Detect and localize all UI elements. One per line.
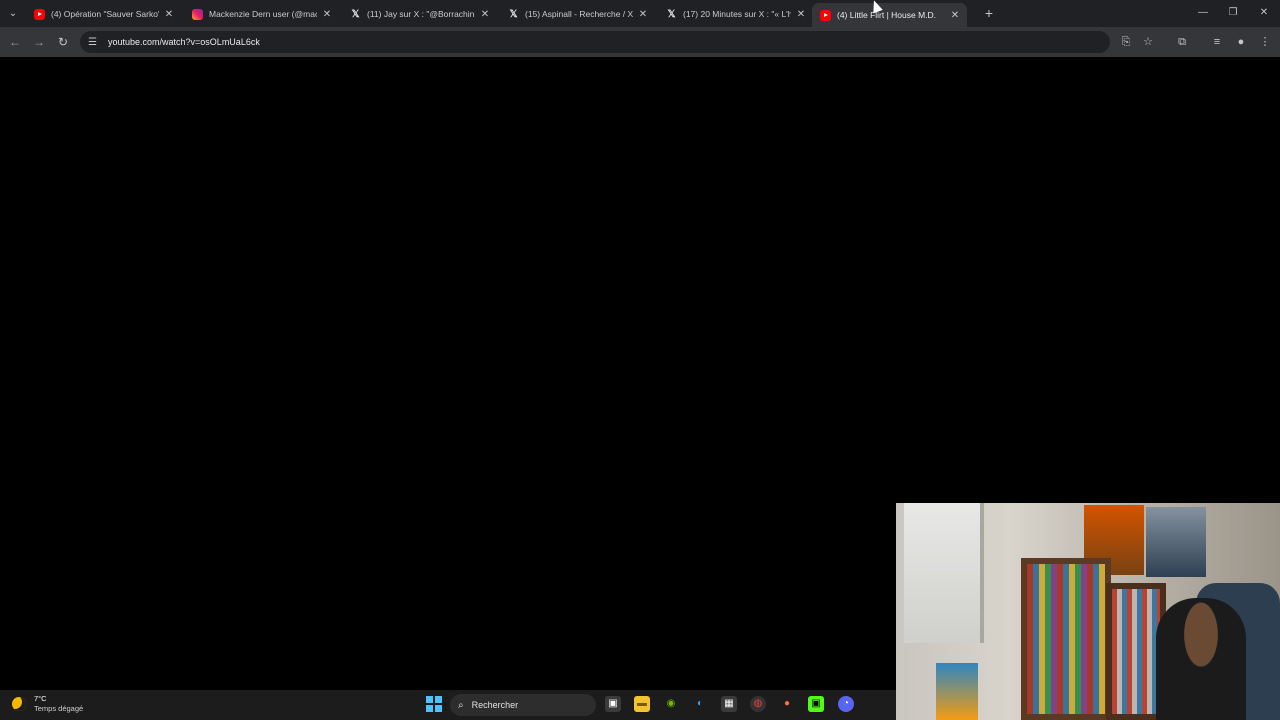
tab-x-jay[interactable]: 𝕏 (11) Jay sur X : "@Borrachinha ✕ <box>342 3 497 25</box>
youtube-icon <box>34 8 45 20</box>
x-icon: 𝕏 <box>509 8 518 20</box>
close-icon[interactable]: ✕ <box>163 9 175 20</box>
tab-title: (15) Aspinall - Recherche / X <box>525 9 633 19</box>
weather-widget[interactable]: 7°C Temps dégagé <box>12 694 83 714</box>
nvidia-icon[interactable]: ◉ <box>663 696 679 712</box>
close-window-button[interactable]: ✕ <box>1249 4 1279 22</box>
x-icon: 𝕏 <box>667 8 676 20</box>
firefox-icon[interactable]: ● <box>779 696 795 712</box>
task-view-icon[interactable]: ▣ <box>605 696 621 712</box>
tab-youtube-house[interactable]: (4) Little Flirt | House M.D. ✕ <box>812 3 967 27</box>
close-icon[interactable]: ✕ <box>637 9 649 20</box>
restore-button[interactable]: ❐ <box>1218 4 1248 22</box>
youtube-icon <box>820 9 831 21</box>
search-placeholder: Rechercher <box>471 700 519 710</box>
chrome-icon[interactable]: ◍ <box>750 696 766 712</box>
room-window <box>904 503 984 643</box>
forward-button[interactable]: → <box>30 33 48 51</box>
moon-icon <box>12 697 26 711</box>
edge-icon[interactable]: ◐ <box>692 696 708 712</box>
profile-avatar[interactable]: ● <box>1232 33 1250 51</box>
close-icon[interactable]: ✕ <box>949 10 961 21</box>
media-controls-icon[interactable]: ≡ <box>1208 33 1226 51</box>
weather-condition: Temps dégagé <box>34 704 84 713</box>
minimize-button[interactable]: — <box>1188 4 1218 22</box>
file-explorer-icon[interactable]: ▬ <box>634 696 650 712</box>
tab-x-20minutes[interactable]: 𝕏 (17) 20 Minutes sur X : "« L'hu ✕ <box>658 3 813 25</box>
weather-temp: 7°C <box>34 694 47 703</box>
address-bar[interactable]: ☰ youtube.com/watch?v=osOLmUaL6ck <box>80 31 1110 53</box>
tab-youtube-sarko[interactable]: (4) Opération "Sauver Sarko", l ✕ <box>26 3 181 25</box>
url-text: youtube.com/watch?v=osOLmUaL6ck <box>108 37 260 47</box>
tab-title: (11) Jay sur X : "@Borrachinha <box>367 9 475 19</box>
streamer <box>1156 598 1246 720</box>
x-icon: 𝕏 <box>351 8 360 20</box>
wall-poster <box>1146 507 1206 577</box>
menu-kebab-icon[interactable]: ⋮ <box>1256 33 1274 51</box>
tab-title: (4) Opération "Sauver Sarko", l <box>51 9 159 19</box>
search-icon: ⌕ <box>458 699 464 711</box>
browser-toolbar: ← → ↻ ☰ youtube.com/watch?v=osOLmUaL6ck … <box>0 27 1280 57</box>
install-app-icon[interactable]: ⎘ <box>1117 33 1135 51</box>
start-button[interactable] <box>426 696 442 712</box>
extensions-icon[interactable]: ⧉ <box>1173 33 1191 51</box>
new-tab-button[interactable]: + <box>980 4 998 22</box>
instagram-icon <box>192 8 203 20</box>
reload-button[interactable]: ↻ <box>54 33 72 51</box>
close-icon[interactable]: ✕ <box>321 9 333 20</box>
tab-search-button[interactable]: ⌄ <box>4 5 22 23</box>
close-icon[interactable]: ✕ <box>479 9 491 20</box>
discord-icon[interactable]: ◔ <box>838 696 854 712</box>
dvd-shelf <box>1021 558 1111 720</box>
kick-icon[interactable]: ▣ <box>808 696 824 712</box>
cereal-box <box>936 663 978 720</box>
tab-instagram-mackenzie[interactable]: Mackenzie Dern user (@macke ✕ <box>184 3 339 25</box>
windows-taskbar: 7°C Temps dégagé ⌕ Rechercher ▣ ▬ ◉ ◐ ▦ … <box>0 690 896 720</box>
back-button[interactable]: ← <box>6 33 24 51</box>
taskbar-search[interactable]: ⌕ Rechercher <box>450 694 596 716</box>
webcam-overlay <box>896 503 1280 720</box>
site-info-icon[interactable]: ☰ <box>88 37 104 48</box>
tab-x-aspinall[interactable]: 𝕏 (15) Aspinall - Recherche / X ✕ <box>500 3 655 25</box>
tab-title: Mackenzie Dern user (@macke <box>209 9 317 19</box>
bookmark-star-icon[interactable]: ☆ <box>1139 33 1157 51</box>
close-icon[interactable]: ✕ <box>795 9 807 20</box>
tab-strip: ⌄ (4) Opération "Sauver Sarko", l ✕ Mack… <box>0 0 1280 27</box>
store-icon[interactable]: ▦ <box>721 696 737 712</box>
tab-title: (4) Little Flirt | House M.D. <box>837 10 937 20</box>
tab-title: (17) 20 Minutes sur X : "« L'hu <box>683 9 791 19</box>
